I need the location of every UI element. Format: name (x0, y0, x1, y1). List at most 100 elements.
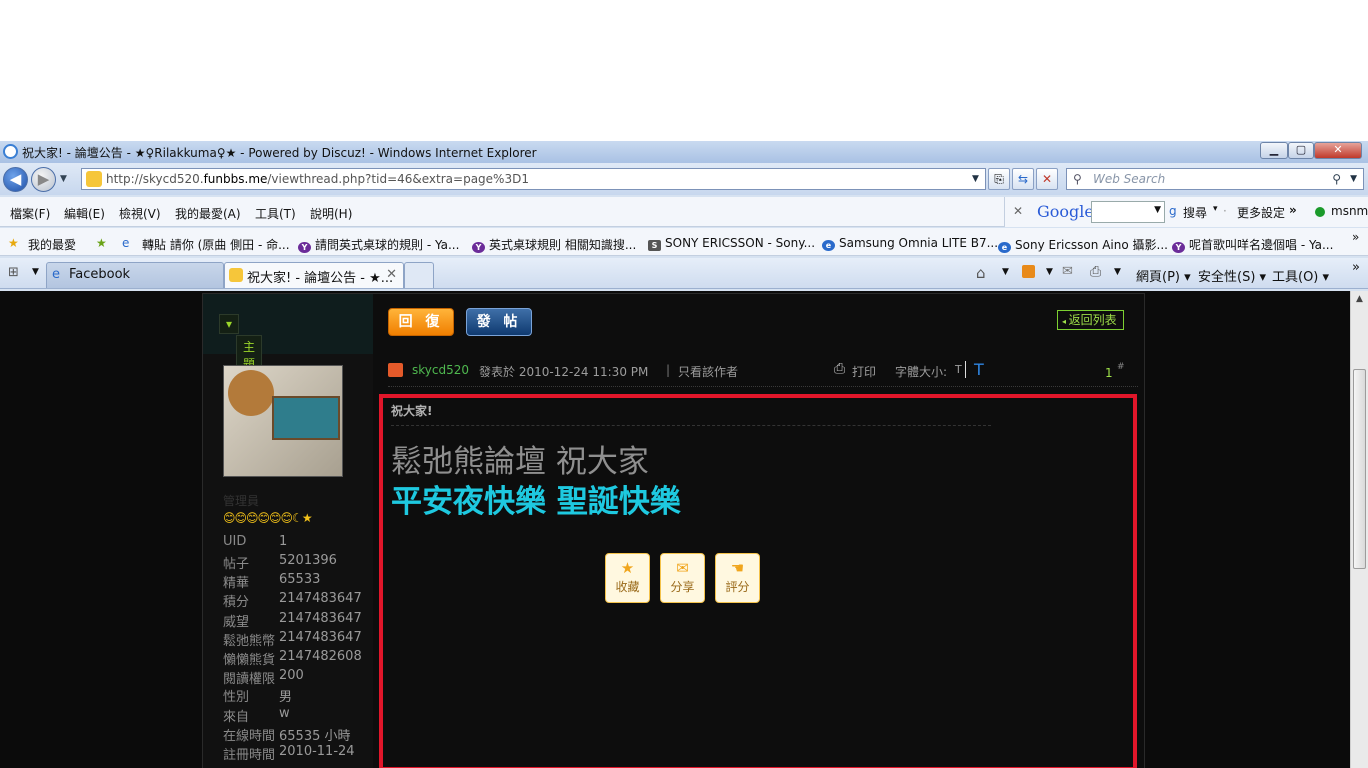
forum-thread: 主題管理 ▾ 管理員 😊😊😊😊😊😊☾★ UID 1 帖子 5201396 精華 655… (202, 293, 1145, 768)
stat-credits-label: 積分 (223, 595, 250, 610)
font-big-button[interactable]: T (974, 360, 984, 379)
stat-digest: 精華 65533 (223, 572, 320, 591)
google-more-settings[interactable]: 更多設定 (1237, 204, 1285, 221)
stop-icon[interactable]: ✕ (1036, 168, 1058, 190)
scroll-up-icon[interactable]: ▲ (1351, 291, 1368, 308)
stat-posts-label: 帖子 (223, 557, 250, 572)
url-dropdown-icon[interactable]: ▼ (972, 174, 979, 184)
print-icon[interactable]: ⎙ (1090, 264, 1101, 280)
forward-button[interactable]: ▶ (31, 167, 56, 192)
favorite-link-2[interactable]: Y 請問英式桌球的規則 - Ya... (298, 236, 459, 253)
menu-file[interactable]: 檔案(F) (10, 205, 50, 222)
font-small-button[interactable]: T (955, 363, 962, 376)
stat-read-permission: 閱讀權限 200 (223, 668, 304, 687)
share-button[interactable]: ✉ 分享 (660, 553, 705, 603)
close-tab-icon[interactable]: ✕ (386, 267, 397, 282)
tab-list-dropdown-icon[interactable]: ▼ (32, 267, 39, 277)
favorite-link-6-label: Sony Ericsson Aino 攝影... (1015, 238, 1168, 252)
back-to-list-button[interactable]: ◂ 返回列表 (1057, 310, 1124, 330)
star-icon: ★ (620, 559, 635, 577)
home-icon[interactable]: ⌂ (976, 264, 986, 282)
favorite-link-5[interactable]: e Samsung Omnia LITE B7... (822, 236, 998, 251)
menu-favorites[interactable]: 我的最愛(A) (175, 205, 241, 222)
post-author-link[interactable]: skycd520 (412, 363, 469, 377)
stat-uid-label: UID (223, 534, 247, 549)
post-line-2: 平安夜快樂 聖誕快樂 (391, 484, 681, 520)
recent-pages-dropdown-icon[interactable]: ▼ (60, 174, 67, 184)
only-author-link[interactable]: 只看該作者 (678, 363, 738, 380)
rate-label: 評分 (725, 580, 750, 594)
favorite-link-1[interactable]: 轉貼 請你 (原曲 側田 - 命... (142, 236, 290, 253)
new-post-button[interactable]: 發 帖 (466, 308, 532, 336)
favorite-link-3-label: 英式桌球規則 相關知識搜... (489, 238, 637, 252)
refresh-icon[interactable]: ⇆ (1012, 168, 1034, 190)
menu-view[interactable]: 檢視(V) (119, 205, 161, 222)
print-dropdown-icon[interactable]: ▼ (1114, 267, 1121, 277)
tab-current-label: 祝大家! - 論壇公告 - ★... (247, 271, 394, 286)
menu-tools[interactable]: 工具(T) (255, 205, 296, 222)
favorites-button[interactable]: 我的最愛 (28, 236, 76, 253)
stat-prestige-value: 2147483647 (279, 611, 362, 626)
reply-button[interactable]: 回 復 (388, 308, 454, 336)
vertical-scrollbar[interactable]: ▲ (1350, 291, 1368, 768)
google-search-button[interactable]: 搜尋 (1183, 204, 1207, 221)
stat-register-date-label: 註冊時間 (223, 748, 276, 763)
add-favorite-icon[interactable]: ★ (96, 236, 107, 250)
menu-edit[interactable]: 編輯(E) (64, 205, 105, 222)
close-window-button[interactable]: ✕ (1314, 142, 1362, 159)
safety-menu[interactable]: 安全性(S) ▾ (1198, 266, 1266, 285)
new-tab-button[interactable] (404, 262, 434, 288)
read-mail-icon[interactable]: ✉ (1062, 264, 1073, 279)
print-link[interactable]: 打印 (852, 363, 876, 380)
title-bar: 祝大家! - 論壇公告 - ★♀Rilakkuma♀★ - Powered by… (0, 141, 1368, 163)
chevron-right-icon[interactable]: » (1289, 203, 1297, 217)
google-search-input[interactable]: ▼ (1091, 201, 1165, 223)
stat-online-time-label: 在線時間 (223, 729, 276, 744)
home-dropdown-icon[interactable]: ▼ (1002, 267, 1009, 277)
avatar[interactable] (223, 365, 343, 477)
scrollbar-thumb[interactable] (1353, 369, 1366, 569)
print-icon[interactable]: ⎙ (834, 361, 845, 377)
tab-current[interactable]: 祝大家! - 論壇公告 - ★... ✕ (224, 262, 404, 288)
quick-tabs-icon[interactable]: ⊞ (8, 265, 19, 280)
close-toolbar-icon[interactable]: ✕ (1013, 204, 1023, 218)
google-g-icon: g (1169, 204, 1177, 218)
stat-online-time-value: 65535 小時 (279, 729, 351, 744)
compat-view-icon[interactable]: ⎘ (988, 168, 1010, 190)
maximize-button[interactable]: ▢ (1288, 142, 1314, 159)
favorite-link-4[interactable]: S SONY ERICSSON - Sony... (648, 236, 815, 251)
stat-online-time: 在線時間 65535 小時 (223, 725, 351, 744)
user-icon (388, 363, 403, 377)
search-placeholder: Web Search (1093, 172, 1166, 186)
command-bar-overflow-icon[interactable]: » (1352, 260, 1360, 275)
rate-button[interactable]: ☚ 評分 (715, 553, 760, 603)
favorite-button[interactable]: ★ 收藏 (605, 553, 650, 603)
favorite-link-7[interactable]: Y 呢首歌叫咩名邊個唱 - Ya... (1172, 236, 1333, 253)
search-provider-dropdown-icon[interactable]: ▼ (1350, 169, 1357, 189)
info-separator: | (666, 363, 671, 377)
stat-gender-label: 性別 (223, 690, 250, 705)
search-go-icon[interactable]: ⚲ (1332, 169, 1341, 189)
menu-bar: 檔案(F) 編輯(E) 檢視(V) 我的最愛(A) 工具(T) 說明(H) ✕ … (0, 197, 1368, 227)
web-search-input[interactable]: ⚲ Web Search ⚲ ▼ (1066, 168, 1364, 190)
topic-manage-button[interactable]: 主題管理 ▾ (219, 314, 263, 409)
feed-dropdown-icon[interactable]: ▼ (1046, 267, 1053, 277)
menu-help[interactable]: 說明(H) (310, 205, 352, 222)
stat-lazy-goods-value: 2147482608 (279, 649, 362, 664)
back-button[interactable]: ◀ (3, 167, 28, 192)
user-rank: 管理員 (223, 494, 260, 508)
url-prefix: http://skycd520. (106, 172, 204, 186)
tab-facebook[interactable]: e Facebook (46, 262, 224, 288)
msn-label[interactable]: msnm (1331, 204, 1368, 218)
favorite-link-3[interactable]: Y 英式桌球規則 相關知識搜... (472, 236, 636, 253)
ie-logo-icon (3, 144, 18, 159)
favorite-link-6[interactable]: e Sony Ericsson Aino 攝影... (998, 236, 1168, 253)
google-search-dropdown-icon[interactable]: ▾ (1213, 204, 1218, 214)
favorites-overflow-icon[interactable]: » (1352, 230, 1359, 244)
rss-feed-icon[interactable] (1022, 265, 1035, 278)
minimize-button[interactable]: ▁ (1260, 142, 1288, 159)
stat-bear-coins-label: 鬆弛熊幣 (223, 634, 276, 649)
tools-menu[interactable]: 工具(O) ▾ (1272, 266, 1329, 285)
url-input[interactable]: http://skycd520.funbbs.me/viewthread.php… (81, 168, 986, 190)
page-menu[interactable]: 網頁(P) ▾ (1136, 266, 1191, 285)
